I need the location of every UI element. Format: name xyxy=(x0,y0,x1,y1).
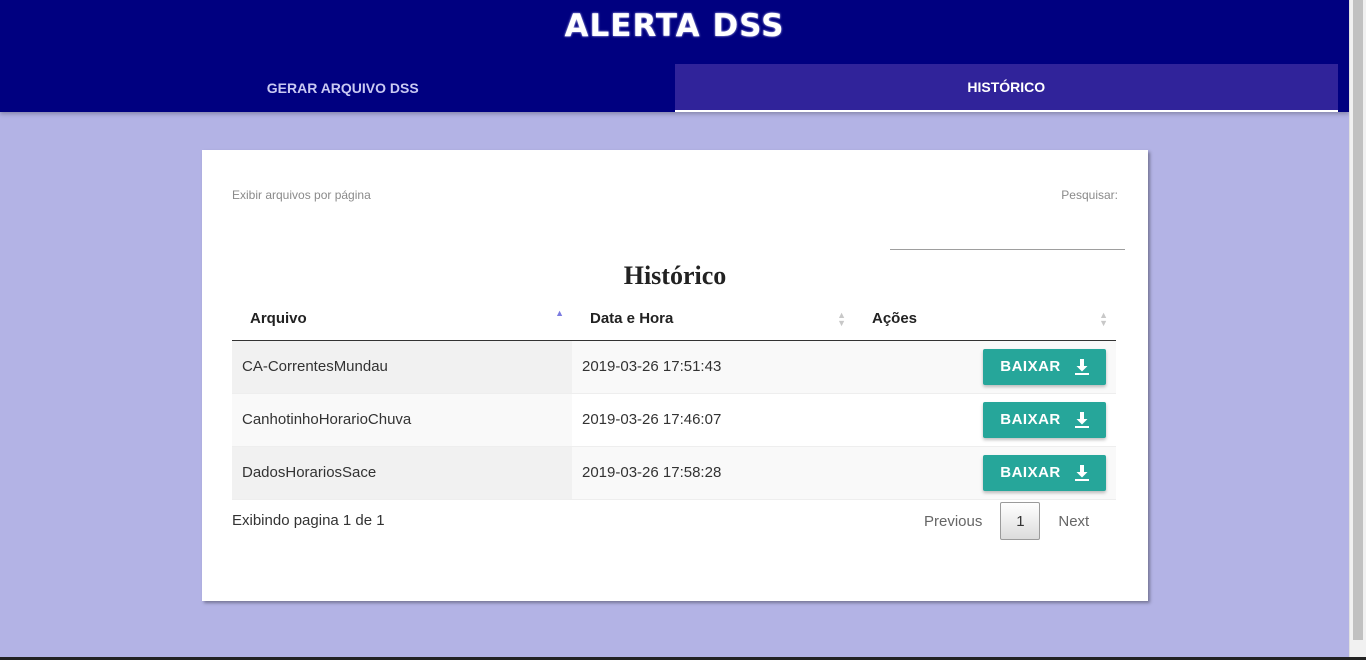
download-button-label: BAIXAR xyxy=(1000,358,1061,375)
search-label: Pesquisar: xyxy=(1061,188,1118,202)
vertical-scrollbar[interactable] xyxy=(1349,0,1366,660)
page-length-label: Exibir arquivos por página xyxy=(232,188,371,202)
download-button[interactable]: BAIXAR xyxy=(983,348,1106,385)
next-page-button[interactable]: Next xyxy=(1058,513,1089,530)
column-header-data-hora[interactable]: Data e Hora ▲ ▼ xyxy=(572,298,854,341)
page-button-current[interactable]: 1 xyxy=(1000,502,1041,540)
tab-historico[interactable]: HISTÓRICO xyxy=(674,64,1338,112)
download-button[interactable]: BAIXAR xyxy=(983,401,1106,438)
cell-data-hora: 2019-03-26 17:46:07 xyxy=(572,393,854,447)
cell-arquivo: CanhotinhoHorarioChuva xyxy=(232,393,572,447)
pagination-info: Exibindo pagina 1 de 1 xyxy=(232,512,385,529)
table-row: CanhotinhoHorarioChuva 2019-03-26 17:46:… xyxy=(232,393,1116,447)
app: ALERTA DSS GERAR ARQUIVO DSS HISTÓRICO E… xyxy=(0,0,1366,660)
cell-acoes: BAIXAR xyxy=(854,446,1116,500)
table-header-row: Arquivo ▲ Data e Hora ▲ ▼ Ações ▲ ▼ xyxy=(232,298,1116,341)
download-icon xyxy=(1074,411,1089,428)
column-header-label: Arquivo xyxy=(250,310,307,328)
previous-page-button[interactable]: Previous xyxy=(924,513,982,530)
cell-acoes: BAIXAR xyxy=(854,393,1116,447)
download-button-label: BAIXAR xyxy=(1000,464,1061,481)
top-header: ALERTA DSS GERAR ARQUIVO DSS HISTÓRICO xyxy=(0,0,1349,112)
download-icon xyxy=(1074,464,1089,481)
column-header-label: Ações xyxy=(872,310,918,328)
download-button[interactable]: BAIXAR xyxy=(983,454,1106,491)
cell-arquivo: DadosHorariosSace xyxy=(232,446,572,500)
download-button-label: BAIXAR xyxy=(1000,411,1061,428)
cell-arquivo: CA-CorrentesMundau xyxy=(232,340,572,394)
pagination: Previous 1 Next xyxy=(924,502,1089,540)
history-table: Arquivo ▲ Data e Hora ▲ ▼ Ações ▲ ▼ CA-Cor… xyxy=(232,298,1116,500)
sort-asc-icon: ▲ xyxy=(555,308,564,318)
sort-icon: ▲ ▼ xyxy=(1099,310,1108,328)
scrollbar-thumb[interactable] xyxy=(1353,0,1363,640)
column-header-label: Data e Hora xyxy=(590,310,674,328)
download-icon xyxy=(1074,358,1089,375)
cell-acoes: BAIXAR xyxy=(854,340,1116,394)
table-caption: Histórico xyxy=(623,261,727,290)
search-input[interactable] xyxy=(890,224,1125,250)
app-title: ALERTA DSS xyxy=(564,8,785,44)
table-row: DadosHorariosSace 2019-03-26 17:58:28 BA… xyxy=(232,446,1116,500)
cell-data-hora: 2019-03-26 17:58:28 xyxy=(572,446,854,500)
cell-data-hora: 2019-03-26 17:51:43 xyxy=(572,340,854,394)
column-header-arquivo[interactable]: Arquivo ▲ xyxy=(232,298,572,341)
column-header-acoes[interactable]: Ações ▲ ▼ xyxy=(854,298,1116,341)
sort-icon: ▲ ▼ xyxy=(837,310,846,328)
table-row: CA-CorrentesMundau 2019-03-26 17:51:43 B… xyxy=(232,340,1116,394)
tab-bar: GERAR ARQUIVO DSS HISTÓRICO xyxy=(11,64,1338,112)
tab-gerar-arquivo[interactable]: GERAR ARQUIVO DSS xyxy=(11,64,675,112)
history-card: Exibir arquivos por página Pesquisar: Hi… xyxy=(202,150,1148,601)
